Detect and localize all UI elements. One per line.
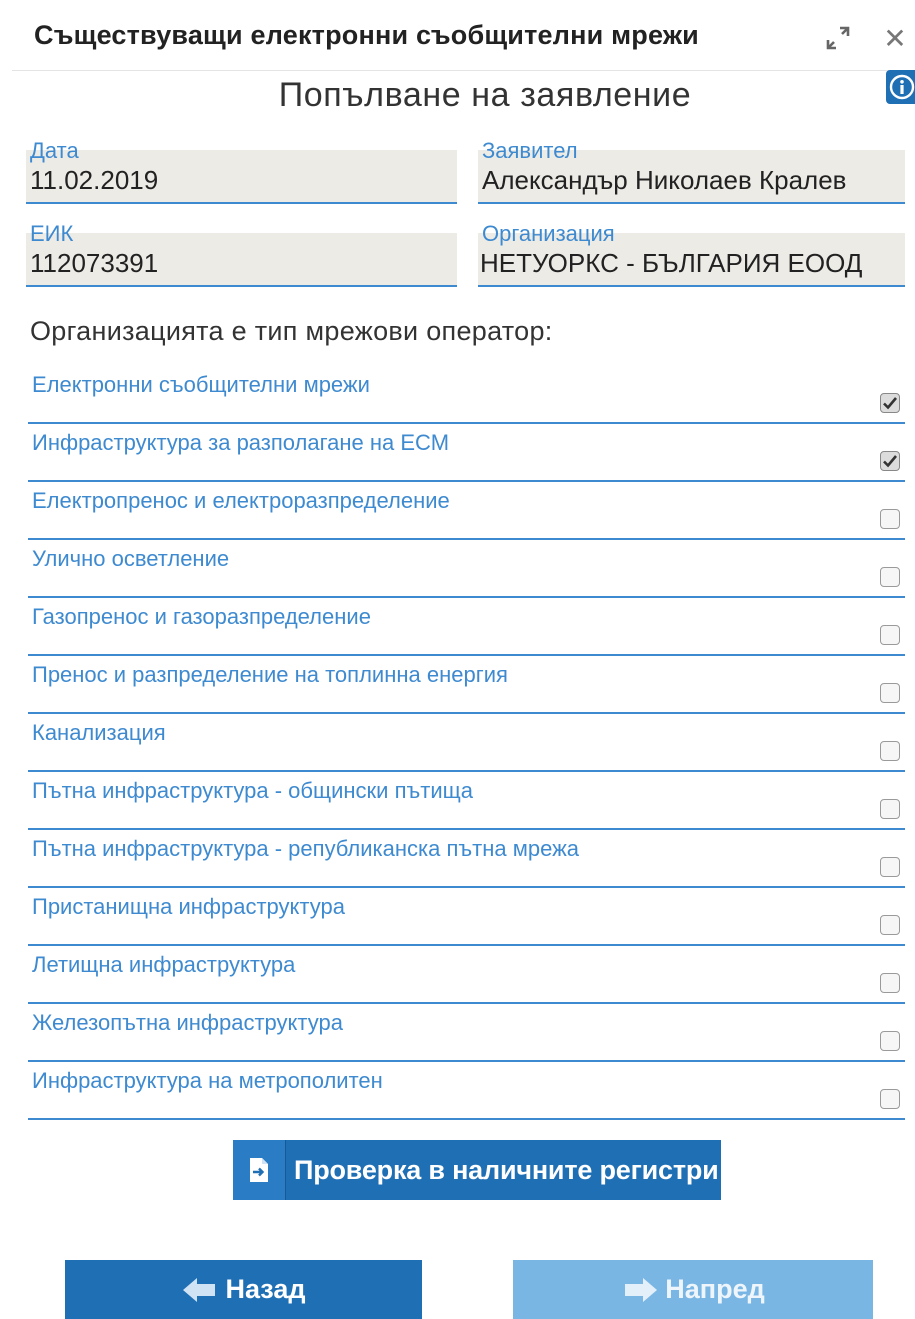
- expand-arrows-icon[interactable]: [818, 18, 858, 58]
- operator-type-label-text: Инфраструктура за разполагане на ЕСМ: [32, 430, 450, 455]
- checkbox[interactable]: [880, 741, 900, 761]
- operator-type-row[interactable]: Улично осветление: [28, 540, 905, 598]
- next-label: Напред: [665, 1274, 765, 1304]
- operator-type-label-text: Пътна инфраструктура - общински пътища: [32, 778, 473, 803]
- checkmark-icon: [883, 397, 897, 410]
- arrow-right-icon: [621, 1276, 659, 1304]
- document-arrow-icon: [233, 1140, 286, 1200]
- checkbox[interactable]: [880, 857, 900, 877]
- operator-type-label-text: Инфраструктура на метрополитен: [32, 1068, 383, 1093]
- organization-label: Организация: [482, 221, 615, 246]
- operator-type-row[interactable]: Пътна инфраструктура - републиканска път…: [28, 830, 905, 888]
- operator-type-row[interactable]: Железопътна инфраструктура: [28, 1004, 905, 1062]
- operator-type-row[interactable]: Канализация: [28, 714, 905, 772]
- operator-type-label-text: Летищна инфраструктура: [32, 952, 296, 977]
- operator-type-row[interactable]: Пътна инфраструктура - общински пътища: [28, 772, 905, 830]
- eik-value: 112073391: [30, 248, 159, 278]
- title-divider: [12, 70, 915, 71]
- checkbox-checked[interactable]: [880, 393, 900, 413]
- applicant-label: Заявител: [482, 138, 578, 163]
- close-icon[interactable]: ✕: [876, 18, 914, 58]
- date-label: Дата: [30, 138, 79, 163]
- date-field: Дата 11.02.2019: [26, 138, 457, 204]
- checkbox[interactable]: [880, 915, 900, 935]
- applicant-field: Заявител Александър Николаев Кралев: [478, 138, 905, 204]
- form-title: Попълване на заявление: [278, 76, 692, 114]
- operator-type-label-text: Пренос и разпределение на топлинна енерг…: [32, 662, 508, 687]
- checkbox[interactable]: [880, 509, 900, 529]
- operator-type-row[interactable]: Пренос и разпределение на топлинна енерг…: [28, 656, 905, 714]
- arrow-left-icon: [181, 1276, 219, 1304]
- check-registers-button[interactable]: Проверка в наличните регистри: [233, 1140, 721, 1200]
- date-value: 11.02.2019: [30, 165, 159, 195]
- operator-type-row[interactable]: Летищна инфраструктура: [28, 946, 905, 1004]
- checkbox[interactable]: [880, 567, 900, 587]
- checkbox[interactable]: [880, 1031, 900, 1051]
- window-titlebar: Съществуващи електронни съобщителни мреж…: [0, 0, 915, 70]
- next-button[interactable]: Напред: [513, 1260, 873, 1319]
- organization-field: Организация НЕТУОРКС - БЪЛГАРИЯ ЕООД: [478, 221, 905, 287]
- checkbox[interactable]: [880, 683, 900, 703]
- window-title: Съществуващи електронни съобщителни мреж…: [34, 20, 699, 50]
- checkmark-icon: [883, 455, 897, 468]
- close-glyph: ✕: [883, 21, 907, 55]
- checkbox-checked[interactable]: [880, 451, 900, 471]
- check-registers-label: Проверка в наличните регистри: [294, 1154, 719, 1185]
- back-label: Назад: [225, 1274, 306, 1304]
- operator-type-row[interactable]: Инфраструктура на метрополитен: [28, 1062, 905, 1120]
- operator-type-label-text: Канализация: [32, 720, 166, 745]
- operator-type-label-text: Електронни съобщителни мрежи: [32, 372, 370, 397]
- checkbox[interactable]: [880, 625, 900, 645]
- back-button[interactable]: Назад: [65, 1260, 422, 1319]
- operator-type-row[interactable]: Инфраструктура за разполагане на ЕСМ: [28, 424, 905, 482]
- operator-type-label-text: Улично осветление: [32, 546, 230, 571]
- operator-type-row[interactable]: Пристанищна инфраструктура: [28, 888, 905, 946]
- operator-type-label-text: Железопътна инфраструктура: [32, 1010, 343, 1035]
- eik-field: ЕИК 112073391: [26, 221, 457, 287]
- operator-type-row[interactable]: Газопренос и газоразпределение: [28, 598, 905, 656]
- operator-type-row[interactable]: Електронни съобщителни мрежи: [28, 366, 905, 424]
- operator-type-label-text: Пристанищна инфраструктура: [32, 894, 345, 919]
- checkbox[interactable]: [880, 973, 900, 993]
- organization-value: НЕТУОРКС - БЪЛГАРИЯ ЕООД: [480, 248, 863, 278]
- checkbox[interactable]: [880, 1089, 900, 1109]
- eik-label: ЕИК: [30, 221, 74, 246]
- operator-type-label-text: Електропренос и електроразпределение: [32, 488, 450, 513]
- operator-type-label-text: Пътна инфраструктура - републиканска път…: [32, 836, 580, 861]
- applicant-value: Александър Николаев Кралев: [482, 165, 847, 195]
- operator-type-label-text: Газопренос и газоразпределение: [32, 604, 371, 629]
- checkbox[interactable]: [880, 799, 900, 819]
- operator-type-label: Организацията е тип мрежови оператор:: [30, 316, 553, 346]
- operator-type-row[interactable]: Електропренос и електроразпределение: [28, 482, 905, 540]
